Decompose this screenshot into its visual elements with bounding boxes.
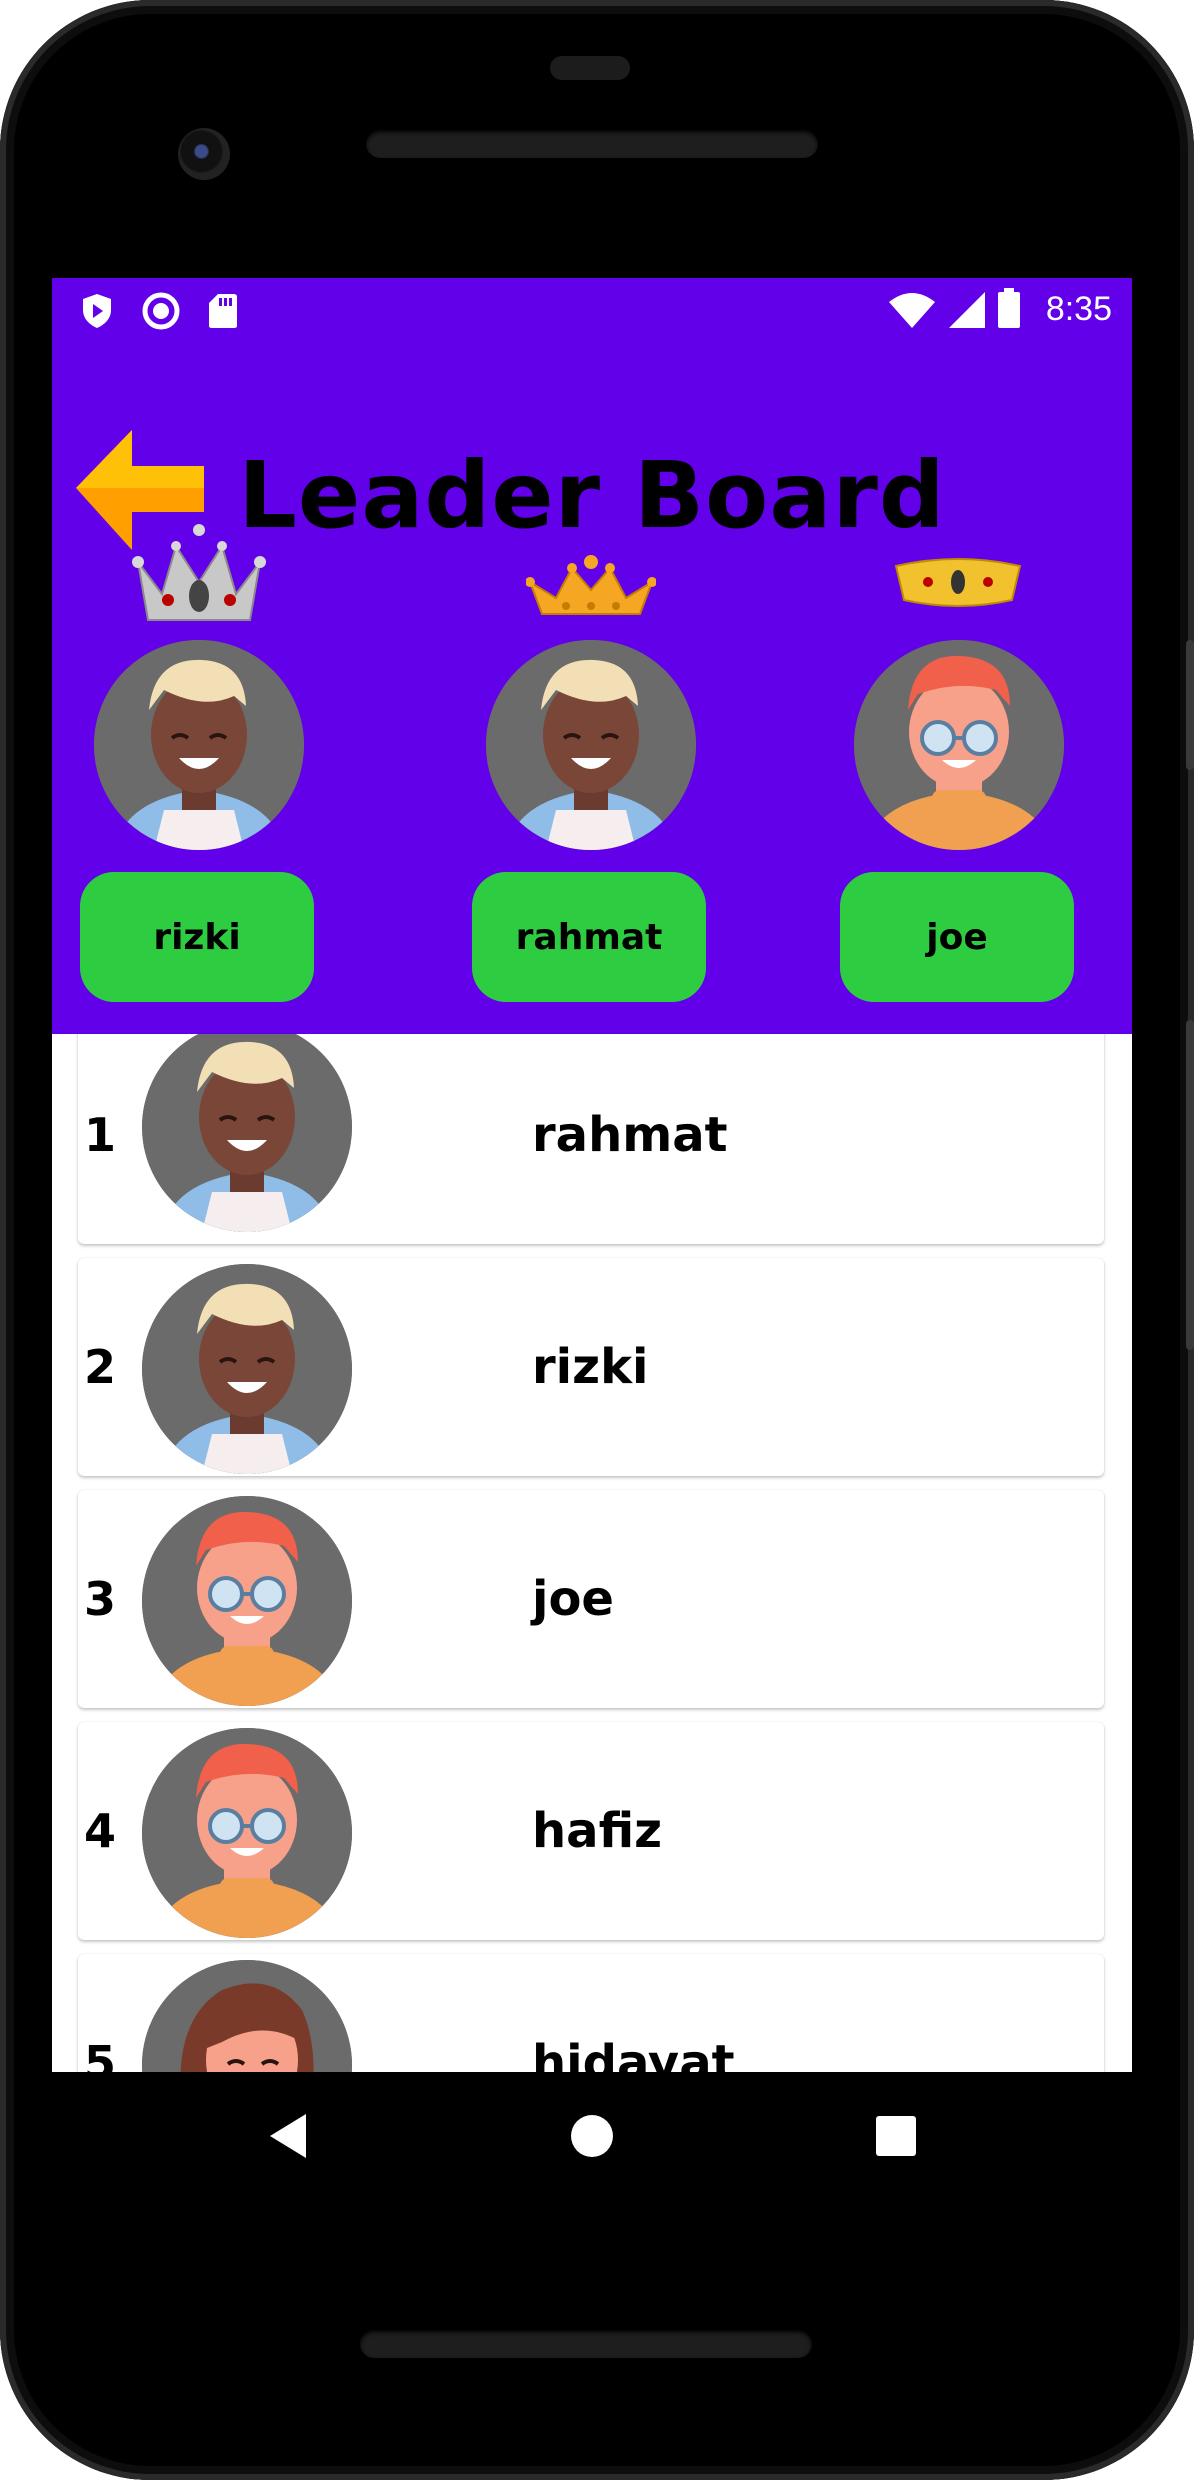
list-avatar [142, 1496, 352, 1706]
bronze-crown-icon [894, 558, 1022, 607]
list-avatar [142, 1960, 352, 2072]
list-item[interactable]: 2 rizki [78, 1258, 1104, 1476]
clock: 8:35 [1045, 290, 1112, 328]
rank-number: 5 [84, 2036, 117, 2072]
player-name: rahmat [532, 1107, 728, 1163]
player-name: rizki [532, 1339, 649, 1395]
avatar-red-hair-glasses [142, 1496, 352, 1706]
leaderboard-header: Leader Board rizki rahmat joe [52, 344, 1132, 1100]
circle-record-icon [142, 292, 180, 330]
list-avatar [142, 1264, 352, 1474]
list-item[interactable]: 4 hafiz [78, 1722, 1104, 1940]
rank-number: 4 [84, 1804, 117, 1858]
podium-name-button-1[interactable]: rizki [80, 872, 314, 1002]
avatar-dark-skin-blond [142, 1264, 352, 1474]
podium-avatar-1 [94, 640, 304, 850]
avatar-woman-brown-hair [142, 1960, 352, 2072]
phone-frame: 8:35 Leader Board rizki rahmat joe 1 rah… [0, 0, 1194, 2480]
list-avatar [142, 1034, 352, 1232]
avatar-red-hair-glasses [142, 1728, 352, 1938]
status-bar: 8:35 [52, 278, 1132, 344]
bottom-speaker-grille [360, 2330, 812, 2358]
power-button [1186, 1020, 1194, 1350]
podium-name-button-3[interactable]: joe [840, 872, 1074, 1002]
player-name: joe [532, 1571, 614, 1627]
podium-avatar-3 [854, 640, 1064, 850]
signal-icon [949, 292, 985, 328]
system-nav-bar [0, 2072, 1194, 2202]
list-avatar [142, 1728, 352, 1938]
top-speaker-grille [366, 130, 818, 158]
battery-icon [998, 288, 1020, 328]
avatar-red-hair-glasses [854, 640, 1064, 850]
earpiece [550, 56, 630, 80]
front-camera [178, 128, 230, 180]
avatar-dark-skin-blond [142, 1034, 352, 1232]
podium-avatar-2 [486, 640, 696, 850]
wifi-icon [889, 293, 935, 328]
app-screen: 8:35 Leader Board rizki rahmat joe 1 rah… [52, 278, 1132, 2072]
home-circle-icon[interactable] [570, 2114, 614, 2158]
gold-crown-icon [526, 555, 656, 615]
sd-card-icon [209, 294, 237, 328]
leaderboard-list[interactable]: 1 rahmat 2 rizki 3 joe 4 hafiz 5 hidayat [52, 1034, 1132, 2072]
list-item[interactable]: 1 rahmat [78, 1034, 1104, 1244]
player-name: hidayat [532, 2035, 735, 2072]
podium-name-button-2[interactable]: rahmat [472, 872, 706, 1002]
player-name: hafiz [532, 1803, 663, 1859]
rank-number: 3 [84, 1572, 117, 1626]
shield-play-icon [83, 294, 111, 328]
list-item[interactable]: 3 joe [78, 1490, 1104, 1708]
list-item[interactable]: 5 hidayat [78, 1954, 1104, 2072]
back-triangle-icon[interactable] [268, 2112, 308, 2160]
avatar-dark-skin-blond [486, 640, 696, 850]
rank-number: 2 [84, 1340, 117, 1394]
avatar-dark-skin-blond [94, 640, 304, 850]
silver-crown-icon [132, 524, 266, 621]
rank-number: 1 [84, 1108, 117, 1162]
recents-square-icon[interactable] [876, 2116, 916, 2156]
volume-button [1186, 640, 1194, 770]
